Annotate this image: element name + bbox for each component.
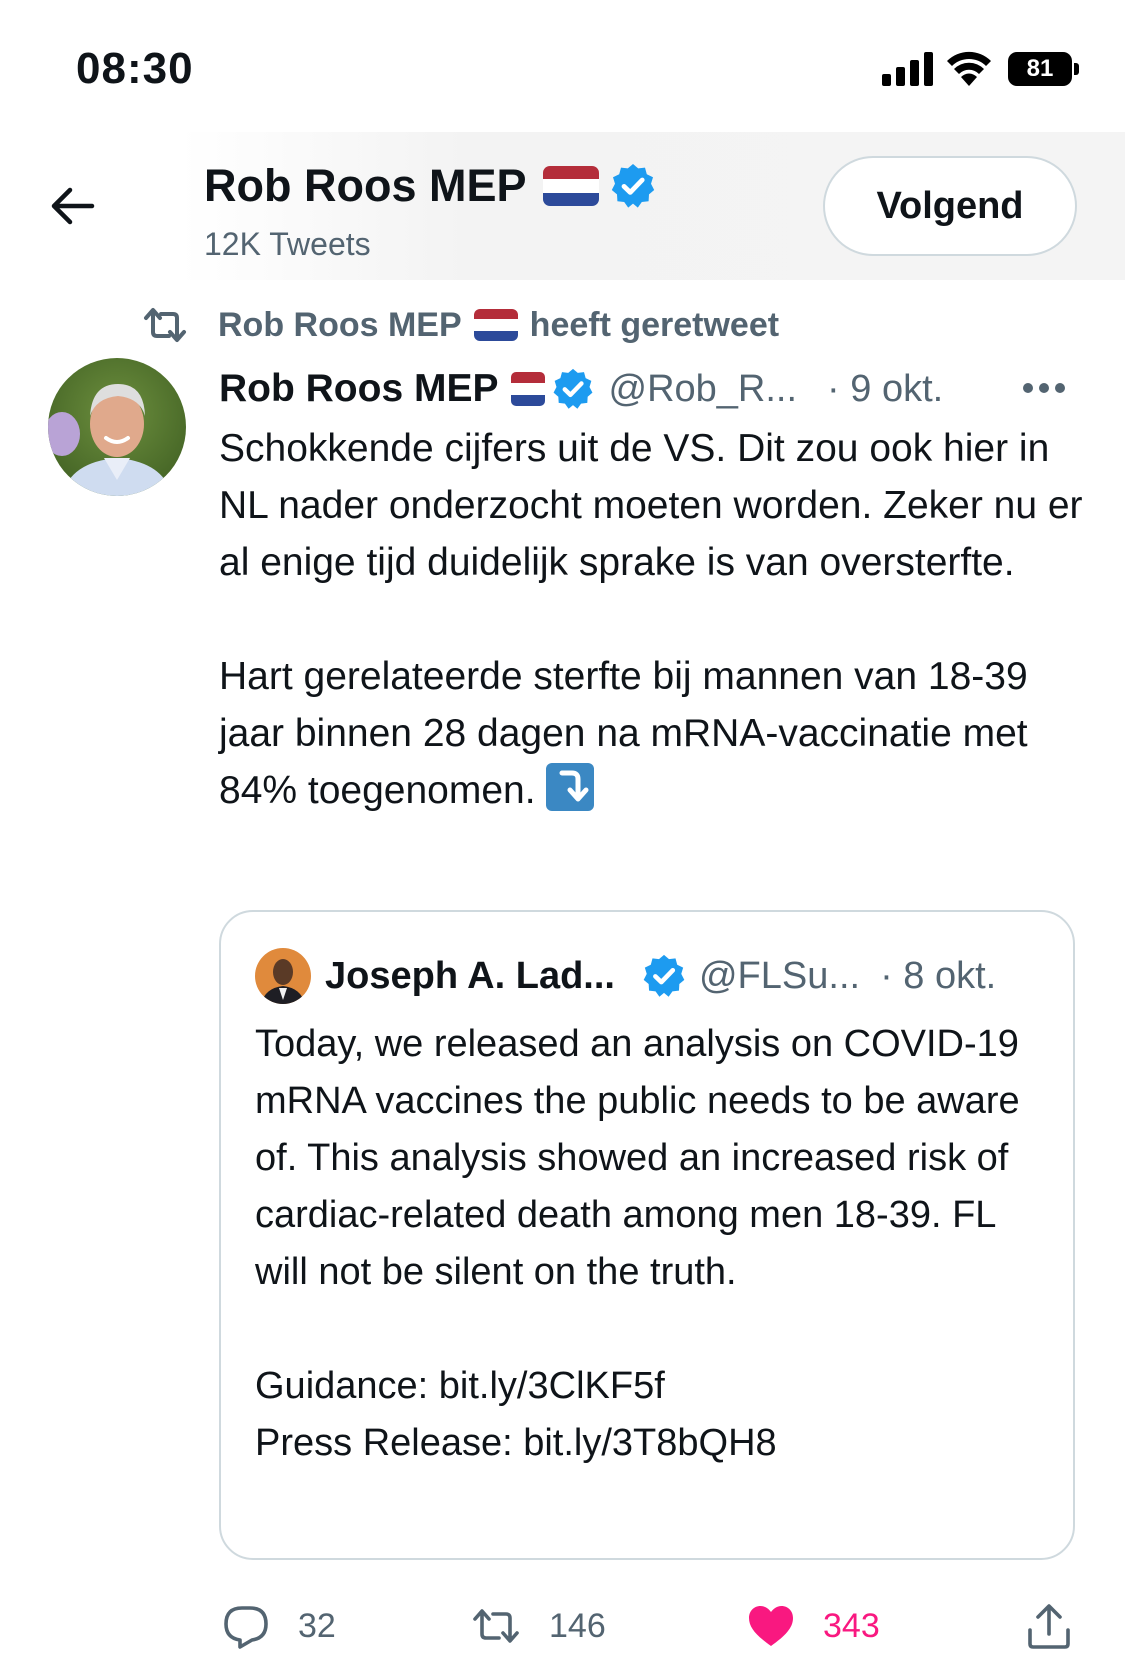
quoted-author-name: Joseph A. Lad... [325,954,615,997]
wifi-icon [947,51,991,86]
retweet-icon [144,308,186,342]
retweeted-by-line[interactable]: Rob Roos MEP heeft geretweet [142,300,779,350]
press-release-label: Press Release: [255,1422,513,1464]
like-heart-icon [749,1606,793,1646]
quoted-text: Today, we released an analysis on COVID-… [255,1016,1045,1472]
profile-header: Rob Roos MEP 12K Tweets Volgend [0,132,1125,280]
retweeter-name: Rob Roos MEP [218,305,462,344]
battery-icon: 81 [1008,52,1079,86]
retweet-suffix: heeft geretweet [529,305,780,344]
tweet-header: Rob Roos MEP @Rob_R... · 9 okt. [219,362,1075,416]
retweet-count: 146 [549,1606,606,1645]
quoted-date: · 8 okt. [880,954,997,997]
status-time: 08:30 [76,44,194,93]
arrow-down-right-emoji [546,763,595,811]
like-button[interactable]: 343 [747,1596,880,1656]
tweet-date[interactable]: · 9 okt. [827,368,943,411]
guidance-link[interactable]: bit.ly/3ClKF5f [439,1365,665,1407]
signal-icon [882,52,933,86]
status-bar: 08:30 81 [0,0,1125,130]
tweet-actions: 32 146 343 [219,1596,1079,1656]
reply-icon [224,1606,268,1649]
quoted-tweet-header: Joseph A. Lad... @FLSu... · 8 okt. [255,946,1055,1006]
back-arrow-icon[interactable] [48,184,96,228]
flag-nl-icon [473,309,518,341]
guidance-label: Guidance: [255,1365,429,1407]
tweet-author-handle[interactable]: @Rob_R... [609,368,798,411]
verified-badge-icon [611,164,654,208]
reply-count: 32 [298,1606,336,1645]
more-icon[interactable] [1021,380,1067,396]
flag-nl-icon [510,372,545,406]
reply-button[interactable]: 32 [222,1596,336,1656]
tweet-text-part1: Schokkende cijfers uit de VS. Dit zou oo… [219,427,1094,584]
flag-nl-icon [542,166,599,206]
battery-level: 81 [1008,52,1072,86]
header-name-row: Rob Roos MEP [204,158,657,214]
share-icon [1028,1604,1070,1649]
header-name: Rob Roos MEP [204,160,527,211]
tweet-author-name[interactable]: Rob Roos MEP [219,367,499,411]
following-button[interactable]: Volgend [823,156,1077,256]
tweet-count: 12K Tweets [204,226,371,262]
press-release-link[interactable]: bit.ly/3T8bQH8 [523,1422,776,1464]
retweet-button[interactable]: 146 [471,1596,606,1656]
share-button[interactable] [1025,1596,1101,1656]
verified-badge-icon [553,368,592,409]
tweet-text-part2: Hart gerelateerde sterfte bij mannen van… [219,655,1039,812]
retweet-icon [473,1609,519,1643]
like-count: 343 [823,1606,880,1645]
tweet-text: Schokkende cijfers uit de VS. Dit zou oo… [219,420,1089,819]
avatar[interactable] [48,358,186,496]
quoted-avatar[interactable] [255,948,311,1004]
quoted-text-body: Today, we released an analysis on COVID-… [255,1023,1031,1293]
quoted-author-handle: @FLSu... [698,954,861,997]
verified-badge-icon [643,954,685,997]
quoted-tweet[interactable]: Joseph A. Lad... @FLSu... · 8 okt. Today… [219,910,1075,1560]
